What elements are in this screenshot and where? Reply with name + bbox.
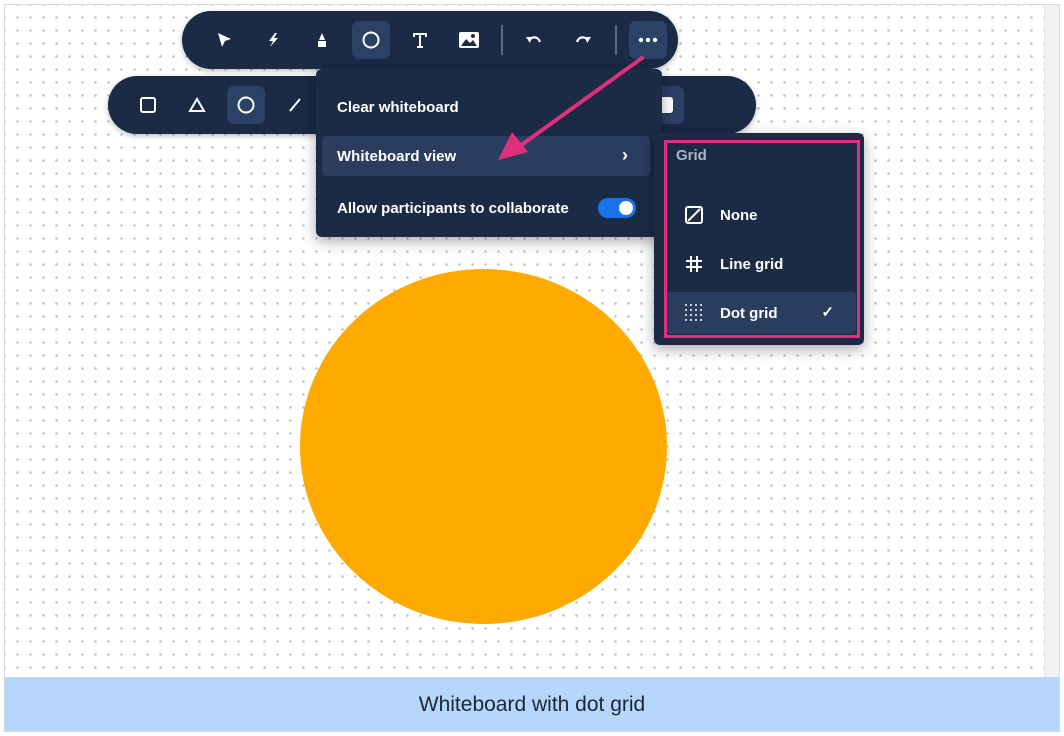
circle-tool-button[interactable] [352, 21, 390, 59]
highlighter-tool-button[interactable] [303, 21, 341, 59]
circle-shape[interactable] [300, 269, 667, 624]
redo-button[interactable] [564, 21, 602, 59]
highlighter-icon [318, 33, 326, 47]
grid-option-line[interactable]: Line grid [666, 243, 856, 285]
no-grid-icon [680, 205, 708, 225]
circle-icon [362, 31, 380, 49]
toggle-knob [619, 201, 633, 215]
more-options-menu: Clear whiteboard Whiteboard view › Allow… [316, 69, 662, 237]
chevron-right-icon: › [622, 145, 628, 165]
triangle-shape-button[interactable] [178, 86, 216, 124]
collaborate-label: Allow participants to collaborate [337, 199, 569, 217]
text-icon [413, 33, 427, 48]
undo-button[interactable] [515, 21, 553, 59]
square-shape-button[interactable] [129, 86, 167, 124]
grid-option-label: Line grid [720, 255, 784, 273]
whiteboard-view-item[interactable]: Whiteboard view › [322, 136, 650, 176]
circle-icon [237, 96, 255, 114]
vertical-scrollbar[interactable] [1044, 5, 1059, 677]
toolbar-divider [615, 25, 617, 55]
select-tool-button[interactable] [205, 21, 243, 59]
text-tool-button[interactable] [401, 21, 439, 59]
triangle-icon [188, 97, 206, 112]
more-icon [638, 37, 658, 43]
more-options-button[interactable] [629, 21, 667, 59]
grid-submenu: Grid None Line grid Dot grid ✓ [654, 133, 864, 345]
grid-option-label: Dot grid [720, 304, 778, 322]
main-toolbar [182, 11, 678, 69]
laser-tool-button[interactable] [254, 21, 292, 59]
select-icon [218, 33, 231, 47]
image-tool-button[interactable] [450, 21, 488, 59]
clear-whiteboard-item[interactable]: Clear whiteboard [322, 87, 650, 127]
line-icon [289, 98, 301, 112]
laser-icon [269, 33, 278, 47]
grid-option-dot[interactable]: Dot grid ✓ [666, 292, 856, 334]
collaborate-item[interactable]: Allow participants to collaborate [322, 188, 650, 228]
toolbar-divider [501, 25, 503, 55]
undo-icon [526, 36, 542, 43]
redo-icon [575, 36, 591, 43]
checkmark-icon: ✓ [821, 304, 834, 321]
line-grid-icon [680, 254, 708, 274]
line-shape-button[interactable] [276, 86, 314, 124]
square-icon [140, 97, 156, 113]
dot-grid-icon [680, 303, 708, 323]
grid-option-none[interactable]: None [666, 194, 856, 236]
grid-submenu-title: Grid [676, 147, 707, 164]
image-icon [459, 32, 479, 48]
grid-option-label: None [720, 206, 758, 224]
figure-caption: Whiteboard with dot grid [5, 677, 1059, 731]
circle-shape-button[interactable] [227, 86, 265, 124]
clear-whiteboard-label: Clear whiteboard [337, 98, 459, 116]
collaborate-toggle[interactable] [598, 198, 636, 218]
whiteboard-view-label: Whiteboard view [337, 147, 457, 165]
